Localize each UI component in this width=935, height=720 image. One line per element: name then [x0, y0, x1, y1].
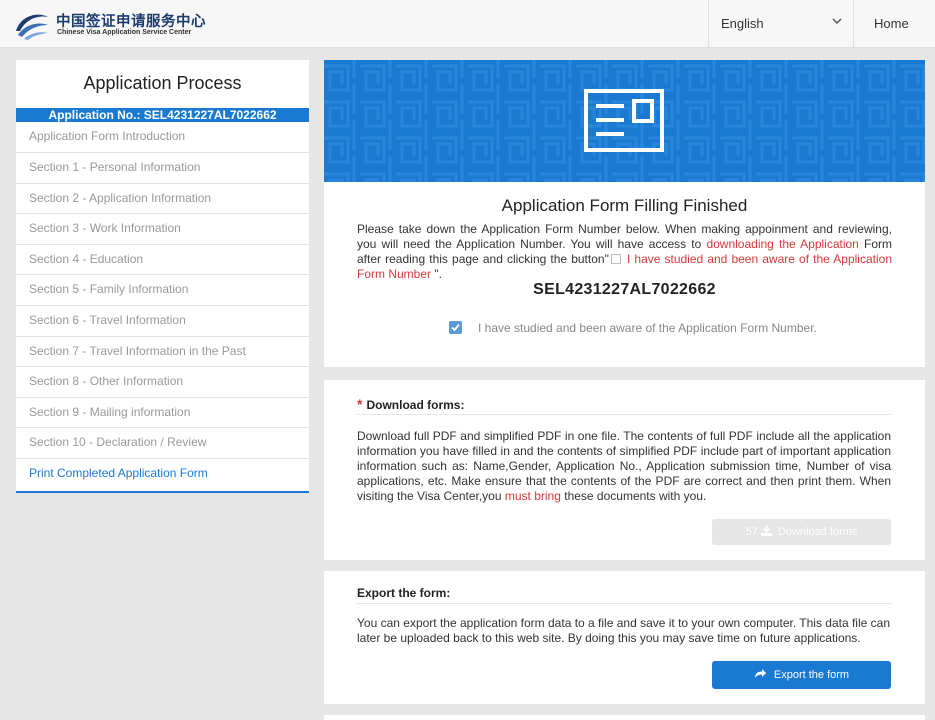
download-application-link: downloading the Application [706, 237, 859, 251]
required-marker: * [357, 396, 363, 412]
sidebar-nav: Application Form Introduction Section 1 … [16, 122, 309, 490]
logo-english-text: Chinese Visa Application Service Center [57, 29, 192, 36]
aware-checkbox[interactable] [449, 321, 462, 334]
language-selector[interactable]: English [708, 0, 853, 48]
download-text-2: these documents with you. [560, 489, 707, 503]
logo-chinese-text: 中国签证申请服务中心 [56, 13, 206, 30]
home-label: Home [874, 16, 909, 31]
site-logo[interactable]: 中国签证申请服务中心 Chinese Visa Application Serv… [14, 7, 206, 43]
sidebar-item-introduction[interactable]: Application Form Introduction [16, 122, 309, 153]
aware-checkbox-label[interactable]: I have studied and been aware of the App… [478, 321, 817, 335]
application-number-banner: Application No.: SEL4231227AL7022662 [16, 108, 309, 122]
export-form-heading: Export the form: [357, 586, 891, 604]
export-button-label: Export the form [773, 669, 850, 681]
download-forms-panel: * Download forms: Download full PDF and s… [324, 380, 925, 560]
home-link[interactable]: Home [853, 0, 935, 48]
sidebar-item-section-1[interactable]: Section 1 - Personal Information [16, 153, 309, 184]
finished-banner [324, 60, 925, 182]
sidebar-item-section-4[interactable]: Section 4 - Education [16, 245, 309, 276]
chevron-down-icon [832, 18, 842, 25]
logo-emblem-icon [16, 14, 48, 40]
sidebar-item-print-form[interactable]: Print Completed Application Form [16, 459, 309, 490]
document-card-icon [584, 89, 664, 152]
sidebar-item-section-3[interactable]: Section 3 - Work Information [16, 214, 309, 245]
application-form-number: SEL4231227AL7022662 [533, 281, 716, 298]
download-forms-description: Download full PDF and simplified PDF in … [357, 429, 891, 504]
export-form-description: You can export the application form data… [357, 616, 890, 645]
finished-instructions: Please take down the Application Form Nu… [357, 222, 892, 282]
sidebar-item-section-2[interactable]: Section 2 - Application Information [16, 184, 309, 215]
checkmark-icon [451, 323, 460, 332]
sidebar-item-section-6[interactable]: Section 6 - Travel Information [16, 306, 309, 337]
inline-checkbox-icon [610, 254, 621, 264]
download-forms-heading: * Download forms: [357, 396, 891, 415]
share-arrow-icon [754, 669, 766, 678]
download-forms-button[interactable]: 57 Download forms [712, 519, 891, 545]
sidebar-item-section-7[interactable]: Section 7 - Travel Information in the Pa… [16, 337, 309, 368]
form-finished-panel: Application Form Filling Finished Please… [324, 60, 925, 367]
download-countdown: 57 [745, 526, 758, 538]
download-icon [760, 525, 772, 536]
sidebar-item-section-9[interactable]: Section 9 - Mailing information [16, 398, 309, 429]
sidebar-item-section-8[interactable]: Section 8 - Other Information [16, 367, 309, 398]
export-form-panel: Export the form: You can export the appl… [324, 571, 925, 704]
must-bring-text: must bring [504, 489, 561, 503]
sidebar-title: Application Process [83, 73, 242, 93]
language-label: English [721, 16, 764, 31]
download-button-label: Download forms [777, 526, 858, 538]
download-heading-label: Download forms: [366, 398, 465, 412]
export-form-button[interactable]: Export the form [712, 661, 891, 689]
application-process-sidebar: Application Process Application No.: SEL… [16, 60, 309, 493]
top-header: 中国签证申请服务中心 Chinese Visa Application Serv… [0, 0, 935, 48]
next-panel [324, 715, 925, 720]
finished-title: Application Form Filling Finished [501, 196, 748, 215]
sidebar-item-section-5[interactable]: Section 5 - Family Information [16, 275, 309, 306]
instructions-text-3: ". [431, 267, 442, 281]
sidebar-item-section-10[interactable]: Section 10 - Declaration / Review [16, 428, 309, 459]
